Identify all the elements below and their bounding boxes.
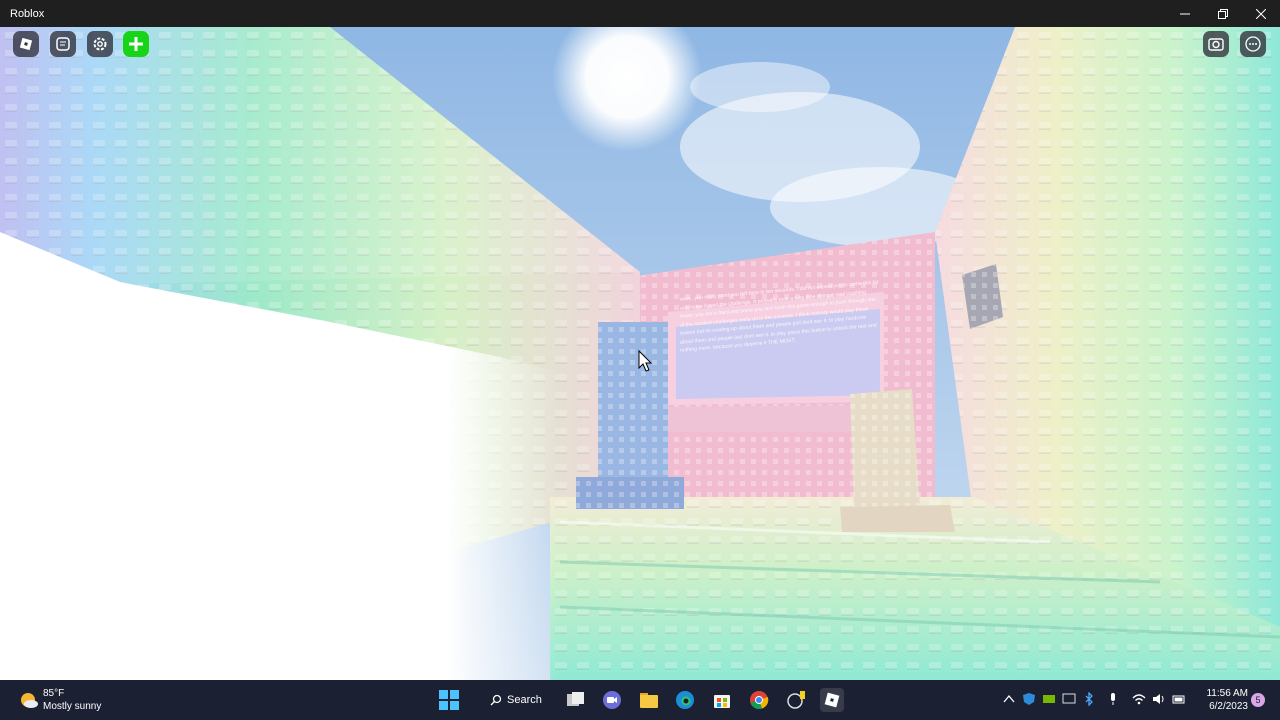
more-options-button[interactable] xyxy=(1240,31,1266,57)
screenshot-button[interactable] xyxy=(1203,31,1229,57)
cheat-engine-icon xyxy=(787,691,805,709)
chrome-button[interactable] xyxy=(747,688,771,712)
battery-icon[interactable] xyxy=(1172,692,1186,706)
microphone-icon[interactable] xyxy=(1106,692,1120,706)
chat-icon xyxy=(56,37,70,51)
windows-start-button[interactable] xyxy=(437,688,461,712)
settings-gear-icon xyxy=(93,37,107,51)
close-icon xyxy=(1256,8,1266,19)
defender-icon[interactable] xyxy=(1022,692,1036,706)
search-icon xyxy=(490,694,502,706)
close-button[interactable] xyxy=(1242,0,1280,27)
chat-button[interactable] xyxy=(50,31,76,57)
window-titlebar: Roblox xyxy=(0,0,1280,27)
teams-chat-button[interactable] xyxy=(600,688,624,712)
file-explorer-button[interactable] xyxy=(637,688,661,712)
restore-icon xyxy=(1218,8,1228,19)
bluetooth-icon[interactable] xyxy=(1082,692,1096,706)
edge-button[interactable] xyxy=(673,688,697,712)
roblox-taskbar-button[interactable] xyxy=(820,688,844,712)
cheat-engine-button[interactable] xyxy=(784,688,808,712)
weather-widget[interactable]: 85°F Mostly sunny xyxy=(43,687,101,713)
weather-temp: 85°F xyxy=(43,688,65,699)
microsoft-store-icon xyxy=(714,695,730,708)
game-world xyxy=(0,27,1280,680)
chrome-icon xyxy=(750,691,769,710)
task-view-icon xyxy=(567,692,584,706)
roblox-menu-button[interactable] xyxy=(13,31,39,57)
minimize-icon xyxy=(1180,13,1190,14)
nvidia-icon[interactable] xyxy=(1042,692,1056,706)
chevron-up-icon[interactable] xyxy=(1002,692,1016,706)
clock-date: 6/2/2023 xyxy=(1209,701,1248,712)
screenshot-camera-icon xyxy=(1208,38,1224,51)
roblox-logo-icon xyxy=(19,37,33,51)
notification-badge[interactable]: 5 xyxy=(1251,693,1265,707)
settings-button[interactable] xyxy=(87,31,113,57)
add-plus-icon xyxy=(129,37,143,51)
restore-button[interactable] xyxy=(1204,0,1242,27)
window-title: Roblox xyxy=(10,7,45,20)
roblox-icon xyxy=(824,692,840,708)
windows-taskbar: 85°F Mostly sunny Search 11:56 AM 6/2/20… xyxy=(0,680,1280,720)
wifi-icon[interactable] xyxy=(1132,692,1146,706)
monitor-icon[interactable] xyxy=(1062,692,1076,706)
weather-sun-icon xyxy=(17,689,39,711)
task-view-button[interactable] xyxy=(564,688,588,712)
weather-condition: Mostly sunny xyxy=(43,701,102,712)
add-button[interactable] xyxy=(123,31,149,57)
search-label: Search xyxy=(507,694,542,706)
taskbar-search[interactable]: Search xyxy=(474,688,560,712)
volume-icon[interactable] xyxy=(1152,692,1166,706)
teams-chat-icon xyxy=(603,691,621,709)
more-options-icon xyxy=(1245,36,1261,52)
windows-start-icon xyxy=(439,690,459,710)
microsoft-store-button[interactable] xyxy=(710,688,734,712)
edge-icon xyxy=(676,691,694,709)
minimize-button[interactable] xyxy=(1166,0,1204,27)
file-explorer-icon xyxy=(640,693,658,708)
clock-time: 11:56 AM xyxy=(1206,688,1248,699)
game-viewport[interactable]: wow.. you really want you left here in t… xyxy=(0,27,1280,680)
clock[interactable]: 11:56 AM 6/2/2023 xyxy=(1194,687,1248,713)
